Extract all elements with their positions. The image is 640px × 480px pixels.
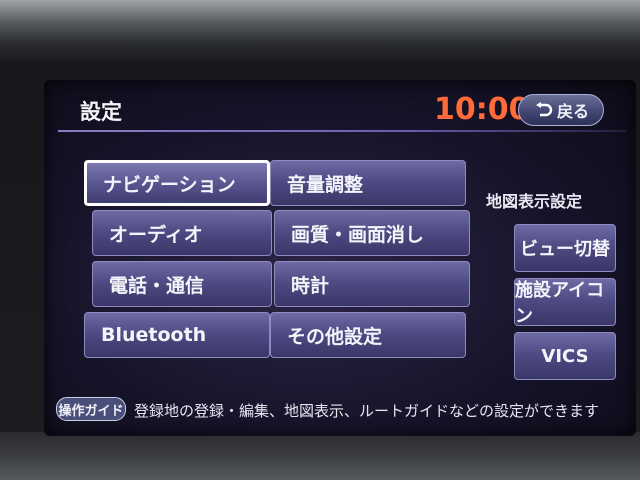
title-divider	[58, 130, 626, 132]
menu-clock-label: 時計	[291, 274, 330, 297]
map-settings-label: 地図表示設定	[486, 192, 583, 211]
operation-guide-bar: 操作ガイド 登録地の登録・編集、地図表示、ルートガイドなどの設定ができます	[44, 390, 636, 430]
menu-phone-button[interactable]: 電話・通信	[92, 261, 272, 307]
back-arrow-icon	[535, 102, 553, 117]
menu-volume-button[interactable]: 音量調整	[270, 160, 466, 206]
back-button[interactable]: 戻る	[518, 94, 604, 126]
navigation-screen: 設定 10:00 戻る ナビゲーション オーディオ 電話・通信 Bluetoot…	[44, 80, 636, 436]
menu-audio-label: オーディオ	[109, 223, 203, 246]
menu-clock-button[interactable]: 時計	[274, 261, 470, 307]
vics-label: VICS	[541, 345, 589, 367]
facility-icon-button[interactable]: 施設アイコン	[514, 278, 616, 327]
menu-picture-label: 画質・画面消し	[291, 223, 425, 246]
menu-volume-label: 音量調整	[287, 173, 364, 196]
dashboard-bezel-top	[0, 0, 640, 62]
page-title: 設定	[80, 100, 122, 124]
view-switch-label: ビュー切替	[520, 239, 610, 260]
view-switch-button[interactable]: ビュー切替	[514, 224, 616, 272]
menu-navigation-button[interactable]: ナビゲーション	[84, 160, 270, 206]
back-button-label: 戻る	[556, 102, 589, 121]
menu-bluetooth-button[interactable]: Bluetooth	[84, 312, 270, 358]
facility-icon-label: 施設アイコン	[515, 280, 605, 327]
menu-other-settings-label: その他設定	[287, 325, 383, 348]
menu-picture-button[interactable]: 画質・画面消し	[274, 210, 470, 256]
menu-navigation-label: ナビゲーション	[103, 173, 236, 196]
menu-other-settings-button[interactable]: その他設定	[270, 312, 466, 358]
menu-audio-button[interactable]: オーディオ	[92, 210, 272, 256]
dashboard-bezel-bottom	[0, 432, 640, 480]
menu-phone-label: 電話・通信	[109, 274, 205, 297]
vics-button[interactable]: VICS	[514, 332, 616, 380]
operation-guide-badge: 操作ガイド	[56, 397, 126, 421]
title-bar: 設定 10:00 戻る	[44, 80, 636, 132]
menu-bluetooth-label: Bluetooth	[101, 324, 207, 346]
clock: 10:00	[434, 92, 530, 127]
operation-guide-text: 登録地の登録・編集、地図表示、ルートガイドなどの設定ができます	[134, 402, 600, 420]
